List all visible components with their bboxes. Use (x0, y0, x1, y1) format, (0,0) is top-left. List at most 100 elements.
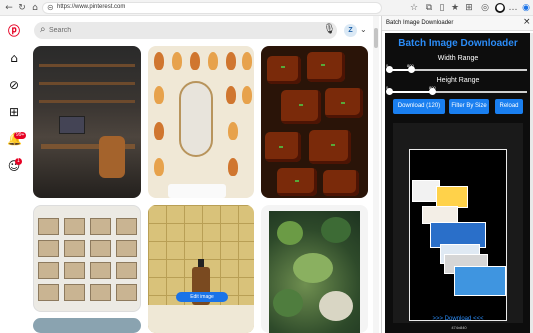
pin-home-office[interactable] (33, 46, 141, 198)
wallpaper-leaf (226, 52, 236, 70)
page-scrollbar[interactable] (373, 16, 379, 333)
herb (279, 146, 283, 148)
page-scrollbar-thumb[interactable] (374, 28, 378, 48)
wallpaper-leaf (228, 158, 238, 176)
home-icon[interactable]: ⌂ (30, 3, 40, 13)
search-icon: ⌕ (40, 24, 46, 35)
explore-icon[interactable]: ⊘ (7, 78, 21, 92)
shelf (39, 82, 135, 85)
edge-icon[interactable]: ◉ (521, 3, 531, 13)
height-range-label: Height Range (436, 77, 480, 84)
shelf (39, 64, 135, 67)
extension-body: Batch Image Downloader Width Range 0 800… (385, 33, 531, 333)
pinterest-logo-icon[interactable]: ⓟ (7, 24, 21, 38)
settings-icon[interactable]: … (508, 3, 518, 13)
microphone-icon[interactable]: 🎙 (323, 24, 336, 35)
image-size-caption: 474x840 (451, 325, 467, 330)
food-chunk (323, 170, 359, 196)
bush-shape (321, 217, 351, 243)
herb (299, 104, 303, 106)
home-icon[interactable]: ⌂ (7, 51, 21, 65)
height-min-handle[interactable] (386, 88, 393, 95)
messages-badge: 1 (15, 158, 22, 165)
food-chunk (281, 90, 321, 124)
pin-yellow-tile-bath[interactable] (148, 205, 254, 333)
wallpaper-leaf (190, 52, 200, 70)
pin-garden-art[interactable] (261, 205, 368, 333)
pin-glazed-food[interactable] (261, 46, 368, 198)
food-chunk (265, 132, 301, 162)
room-thumb (90, 240, 111, 257)
extensions-icon[interactable]: ⧉ (424, 3, 434, 13)
download-button[interactable]: Download (120) (393, 99, 445, 114)
wallpaper-leaf (226, 86, 236, 104)
room-thumb (116, 262, 137, 279)
width-range-slider[interactable] (386, 66, 527, 73)
download-link[interactable]: >>> Download <<< (385, 316, 531, 322)
sidebar-icon[interactable]: ▯ (437, 3, 447, 13)
width-min-handle[interactable] (386, 66, 393, 73)
search-bar[interactable]: ⌕ 🎙 (34, 22, 337, 39)
create-icon[interactable]: ⊞ (7, 105, 21, 119)
image-preview[interactable]: 474x840 (409, 149, 507, 330)
filter-by-size-button[interactable]: Filter By Size (449, 99, 489, 114)
food-chunk (309, 130, 351, 164)
wallpaper-leaf (154, 86, 164, 104)
room-thumb (64, 218, 85, 235)
garden-artwork (269, 211, 360, 333)
wallpaper-leaf (242, 52, 252, 70)
room-thumb (90, 218, 111, 235)
bush-shape (277, 221, 303, 245)
collage-thumb (454, 266, 506, 296)
lock-icon[interactable]: ⊝ (47, 3, 54, 12)
monitor-shape (59, 116, 85, 134)
chevron-down-icon[interactable]: ⌄ (360, 25, 367, 34)
room-thumb (64, 262, 85, 279)
browser-toolbar: ← ↻ ⌂ ⊝ https://www.pinterest.com ☆ ⧉ ▯ … (0, 0, 533, 16)
close-icon[interactable]: × (523, 17, 531, 27)
edit-image-button[interactable]: Edit image (176, 292, 228, 302)
mirror-shape (179, 81, 213, 157)
bush-shape (293, 253, 333, 283)
extension-header-title: Batch Image Downloader (386, 20, 454, 26)
favorites-icon[interactable]: ★ (450, 3, 460, 13)
food-chunk (267, 56, 301, 84)
width-range-label: Width Range (437, 55, 479, 62)
url-text[interactable]: https://www.pinterest.com (57, 4, 125, 10)
room-thumb (90, 284, 111, 301)
herb (295, 180, 299, 182)
back-icon[interactable]: ← (4, 3, 14, 13)
avatar[interactable]: Z (344, 24, 357, 37)
pin-room-grid[interactable] (33, 205, 141, 312)
collage-thumb (436, 186, 468, 208)
bush-shape (319, 291, 353, 321)
profile-icon[interactable]: ● (495, 3, 505, 13)
address-bar[interactable]: ⊝ https://www.pinterest.com (42, 2, 382, 14)
wallpaper-leaf (208, 52, 218, 70)
chair-shape (99, 136, 125, 178)
left-navigation: ⓟ ⌂ ⊘ ⊞ 🔔 99+ ☺ 1 (0, 16, 28, 333)
search-input[interactable] (49, 25, 299, 36)
copilot-icon[interactable]: ◎ (480, 3, 490, 13)
notifications-badge: 99+ (14, 132, 27, 139)
height-max-handle[interactable] (428, 88, 436, 95)
bush-shape (273, 289, 303, 317)
wallpaper-leaf (172, 52, 182, 70)
room-thumb (64, 240, 85, 257)
food-chunk (307, 52, 345, 82)
height-range-fill (389, 91, 432, 93)
reload-button[interactable]: Reload (495, 99, 523, 114)
star-icon[interactable]: ☆ (409, 3, 419, 13)
herb (281, 66, 285, 68)
pin-bathroom-wallpaper[interactable] (148, 46, 254, 198)
refresh-icon[interactable]: ↻ (17, 3, 27, 13)
room-thumb (38, 218, 59, 235)
herb (341, 102, 345, 104)
wallpaper-leaf (154, 158, 164, 176)
collections-icon[interactable]: ⊞ (464, 3, 474, 13)
height-range-slider[interactable] (386, 88, 527, 95)
pin-partial[interactable] (33, 318, 141, 333)
sink-shape (168, 184, 226, 198)
width-max-handle[interactable] (408, 66, 416, 73)
wallpaper-leaf (154, 122, 164, 140)
